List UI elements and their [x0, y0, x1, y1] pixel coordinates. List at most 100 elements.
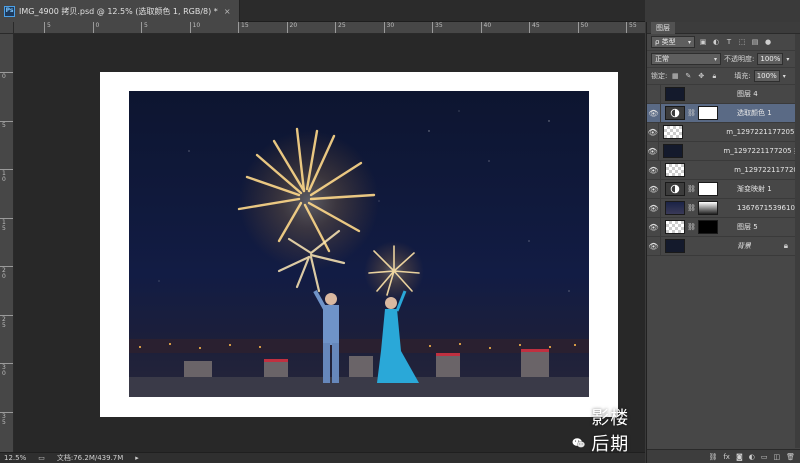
layer-name[interactable]: m_1297221177205 [734, 166, 800, 174]
layer-thumbnail[interactable] [665, 182, 685, 196]
mask-link-icon[interactable]: ⛓ [687, 109, 696, 117]
layer-mask-thumbnail[interactable] [697, 106, 718, 120]
lock-position-icon[interactable]: ✥ [696, 71, 706, 81]
ruler-tick-label: 5 [47, 22, 51, 29]
layer-row[interactable]: 👁︎ ⛓ 选取颜色 1 [647, 103, 800, 123]
visibility-eye-icon[interactable]: 👁︎ [647, 198, 661, 218]
layers-scrollbar[interactable] [795, 34, 800, 448]
visibility-eye-icon[interactable]: 👁︎ [647, 217, 661, 237]
layer-thumbnail[interactable] [665, 201, 685, 215]
layer-mask-thumbnail[interactable] [697, 201, 718, 215]
layer-thumbnails [661, 239, 737, 253]
visibility-eye-icon[interactable]: 👁︎ [647, 179, 661, 199]
panel-header: 图层 [647, 21, 800, 34]
layer-thumbnail[interactable] [665, 106, 685, 120]
ruler-origin[interactable] [0, 22, 14, 34]
layer-row[interactable]: 👁︎ m_1297221177205 [647, 160, 800, 180]
layer-name[interactable]: 渐变映射 1 [737, 184, 772, 194]
ruler-tick: 2 0 [0, 266, 13, 280]
link-layers-icon[interactable]: ⛓ [708, 453, 717, 461]
lock-label: 锁定: [651, 72, 668, 80]
status-menu-arrow[interactable]: ▸ [135, 454, 139, 462]
lock-pixels-icon[interactable]: ✎ [683, 71, 693, 81]
mask-link-icon[interactable]: ⛓ [687, 223, 696, 231]
zoom-level[interactable]: 12.5% [4, 454, 26, 462]
pixel-filter-icon[interactable]: ▣ [698, 37, 708, 47]
canvas-area[interactable]: 影楼后期微刊 [14, 34, 645, 452]
close-tab-icon[interactable]: × [224, 7, 231, 16]
layer-thumbnail[interactable] [665, 239, 685, 253]
ruler-tick: 40 [480, 22, 491, 33]
layer-name[interactable]: 图层 5 [737, 222, 758, 232]
layer-row[interactable]: 👁︎ 背景 🔒︎ [647, 236, 800, 256]
adjustment-filter-icon[interactable]: ◐ [711, 37, 721, 47]
shape-filter-icon[interactable]: ⬚ [737, 37, 747, 47]
preview-icon[interactable]: ▭ [38, 454, 45, 462]
new-group-icon[interactable]: ▭ [761, 453, 768, 461]
visibility-eye-icon[interactable]: 👁︎ [647, 122, 660, 142]
ruler-tick: 5 [0, 120, 13, 128]
smart-object-filter-icon[interactable]: ▤ [750, 37, 760, 47]
layer-mask-thumbnail[interactable] [697, 220, 718, 234]
visibility-eye-icon[interactable]: 👁︎ [647, 103, 661, 123]
layer-mask-thumbnail[interactable] [697, 182, 718, 196]
lock-all-icon[interactable]: 🔒︎ [709, 71, 719, 81]
ruler-tick-label: 2 0 [2, 267, 6, 280]
layer-thumbnail[interactable] [664, 163, 685, 177]
ruler-tick-label: 2 5 [2, 315, 6, 329]
layer-row[interactable]: 👁︎ ⛓ 1367671539610 [647, 198, 800, 218]
type-filter-icon[interactable]: T [724, 37, 734, 47]
layer-row[interactable]: 👁︎ m_1297221177205 拷贝 [647, 122, 800, 142]
document-tab-bar: Ps IMG_4900 拷贝.psd @ 12.5% (选取颜色 1, RGB/… [0, 0, 645, 22]
ruler-tick: 50 [577, 22, 588, 33]
trash-icon[interactable]: 🗑︎ [786, 453, 795, 461]
fill-input[interactable]: 100% [753, 70, 780, 82]
visibility-eye-icon[interactable]: 👁︎ [647, 141, 659, 161]
mask-link-icon[interactable]: ⛓ [687, 185, 696, 193]
layer-row[interactable]: 图层 4 [647, 84, 800, 104]
new-adjustment-icon[interactable]: ◐ [749, 453, 755, 461]
fill-label: 填充: [734, 72, 751, 80]
layer-thumbnail[interactable] [663, 125, 684, 139]
layer-row[interactable]: 👁︎ ⛓ 渐变映射 1 [647, 179, 800, 199]
layer-name[interactable]: 1367671539610 [737, 204, 795, 212]
fill-chevron-icon[interactable]: ▾ [783, 73, 786, 80]
layer-name[interactable]: m_1297221177205 拷贝 [726, 127, 800, 137]
add-mask-icon[interactable]: ◙ [736, 453, 743, 461]
layer-style-icon[interactable]: fx [723, 453, 730, 461]
ruler-tick: 2 5 [0, 314, 13, 328]
vertical-ruler[interactable]: 0 5 1 0 1 5 2 0 2 5 3 0 3 5 [0, 34, 14, 452]
mask-link-icon[interactable]: ⛓ [687, 204, 696, 212]
layer-name[interactable]: 图层 4 [737, 89, 758, 99]
blend-mode-dropdown[interactable]: 正常 ▾ [651, 53, 721, 65]
ruler-tick-label: 5 [144, 22, 148, 29]
layer-row[interactable]: 👁︎ m_1297221177205 拷贝 2 [647, 141, 800, 161]
layer-name[interactable]: m_1297221177205 拷贝 2 [723, 146, 800, 156]
tab-layers[interactable]: 图层 [651, 21, 675, 34]
ruler-tick: 55 [626, 22, 637, 33]
horizontal-ruler[interactable]: 5 0 5 10 15 20 25 30 35 40 45 50 55 [14, 22, 645, 34]
opacity-chevron-icon[interactable]: ▾ [786, 56, 789, 63]
ruler-tick-label: 25 [338, 22, 346, 29]
photoshop-icon: Ps [4, 5, 15, 17]
document-tab[interactable]: Ps IMG_4900 拷贝.psd @ 12.5% (选取颜色 1, RGB/… [0, 0, 240, 22]
new-layer-icon[interactable]: ◫ [773, 453, 780, 461]
filter-type-label: ρ 类型 [655, 38, 676, 46]
layer-name[interactable]: 背景 [737, 241, 751, 251]
filter-type-dropdown[interactable]: ρ 类型 ▾ [651, 36, 695, 48]
document-canvas[interactable] [100, 72, 618, 417]
filter-row: ρ 类型 ▾ ▣ ◐ T ⬚ ▤ ● [647, 34, 800, 51]
visibility-eye-icon[interactable] [647, 84, 661, 104]
lock-transparent-icon[interactable]: ▦ [670, 71, 680, 81]
layer-name[interactable]: 选取颜色 1 [737, 108, 772, 118]
layer-thumbnail[interactable] [665, 220, 685, 234]
layer-thumbnail[interactable] [665, 87, 685, 101]
visibility-eye-icon[interactable]: 👁︎ [647, 160, 661, 180]
ruler-tick-label: 15 [241, 22, 249, 29]
visibility-eye-icon[interactable]: 👁︎ [647, 236, 661, 256]
layer-thumbnail[interactable] [662, 144, 683, 158]
opacity-input[interactable]: 100% [757, 53, 784, 65]
filter-toggle-icon[interactable]: ● [763, 37, 773, 47]
layers-panel: 图层 ρ 类型 ▾ ▣ ◐ T ⬚ ▤ ● 正常 ▾ 不透明度: 100% ▾ 锁定… [646, 21, 800, 463]
layer-row[interactable]: 👁︎ ⛓ 图层 5 [647, 217, 800, 237]
